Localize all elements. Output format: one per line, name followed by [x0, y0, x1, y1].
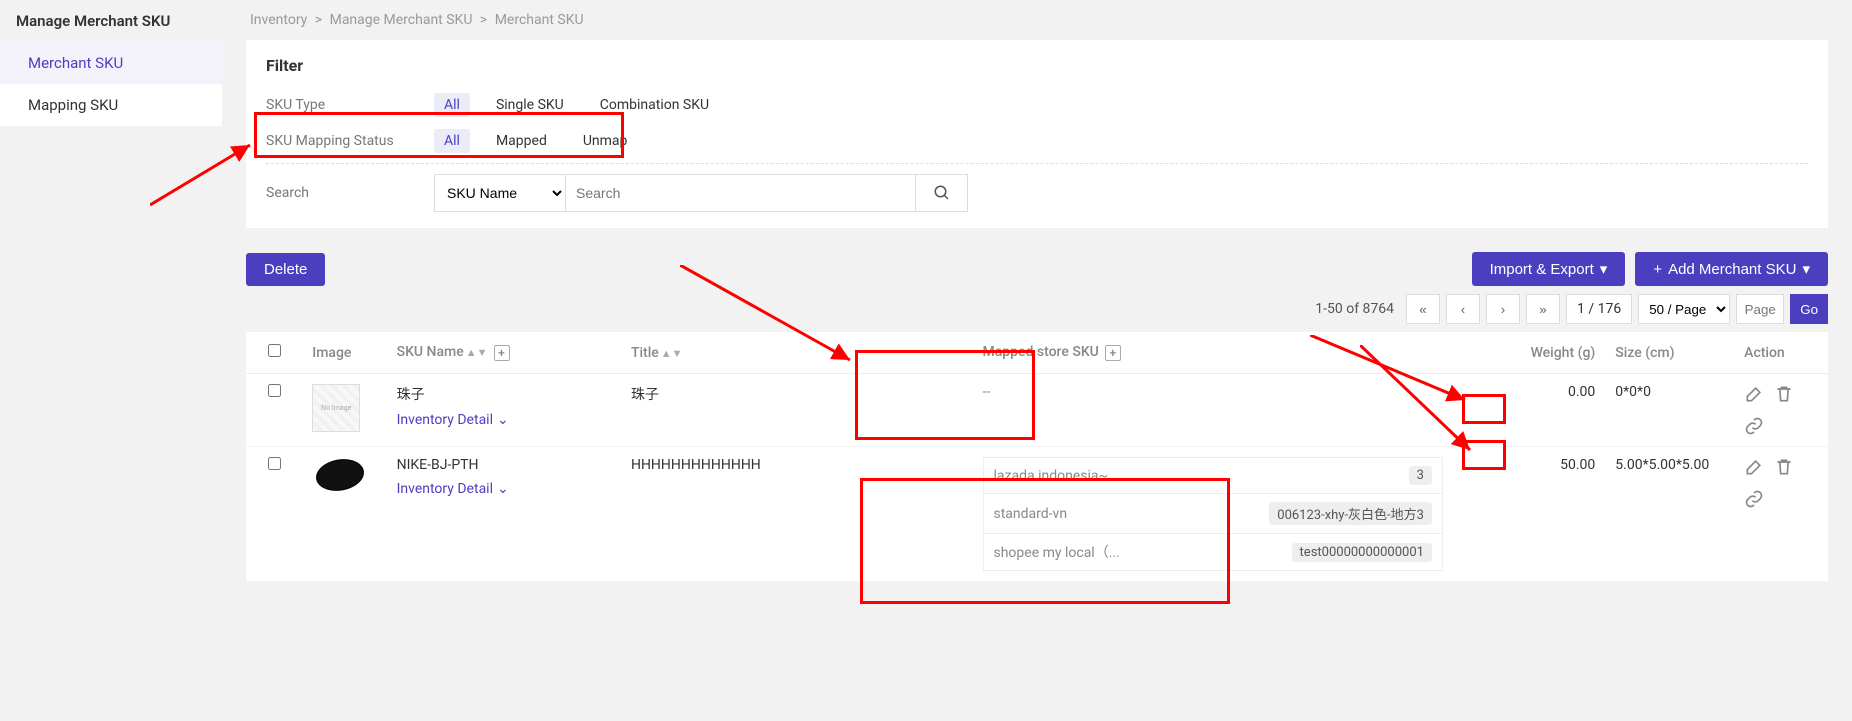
sidebar-item-mapping-sku[interactable]: Mapping SKU: [0, 84, 222, 126]
filter-label: SKU Type: [266, 97, 434, 113]
filter-label: Search: [266, 185, 434, 201]
weight-cell: 50.00: [1453, 447, 1605, 582]
col-action: Action: [1734, 332, 1828, 374]
chevron-down-icon: ⌄: [497, 412, 509, 428]
mapped-cell: --: [973, 374, 1453, 447]
sku-table: Image SKU Name▲▼+ Title▲▼ Mapped store S…: [246, 332, 1828, 582]
filter-row-search: Search SKU Name: [266, 164, 1808, 212]
title-cell: HHHHHHHHHHHHH: [621, 447, 973, 582]
delete-icon[interactable]: [1774, 457, 1794, 477]
size-cell: 0*0*0: [1605, 374, 1734, 447]
search-button[interactable]: [916, 174, 968, 212]
plus-icon: +: [1653, 261, 1662, 278]
last-page-button[interactable]: »: [1526, 294, 1560, 324]
caret-down-icon: ▾: [1600, 260, 1608, 278]
weight-cell: 0.00: [1453, 374, 1605, 447]
pagination-summary: 1-50 of 8764: [1315, 301, 1394, 317]
search-field-select[interactable]: SKU Name: [434, 174, 566, 212]
chip-skutype-combo[interactable]: Combination SKU: [590, 93, 719, 117]
filter-panel: Filter SKU Type All Single SKU Combinati…: [246, 40, 1828, 228]
table-row: NIKE-BJ-PTH Inventory Detail ⌄ HHHHHHHHH…: [246, 447, 1828, 582]
chip-mapping-all[interactable]: All: [434, 129, 470, 153]
size-cell: 5.00*5.00*5.00: [1605, 447, 1734, 582]
caret-down-icon: ▾: [1802, 260, 1810, 278]
link-icon[interactable]: [1744, 416, 1764, 436]
table-row: No Image 珠子 Inventory Detail ⌄ 珠子 -- 0.0…: [246, 374, 1828, 447]
edit-icon[interactable]: [1744, 457, 1764, 477]
sidebar-item-merchant-sku[interactable]: Merchant SKU: [0, 42, 222, 84]
toolbar: Delete Import & Export ▾ + Add Merchant …: [246, 252, 1828, 286]
page-input[interactable]: [1736, 294, 1784, 324]
delete-icon[interactable]: [1774, 384, 1794, 404]
go-button[interactable]: Go: [1790, 294, 1828, 324]
store-name: shopee my local（...: [994, 542, 1120, 562]
store-name: standard-vn: [994, 506, 1068, 522]
row-checkbox[interactable]: [268, 384, 281, 397]
chevron-down-icon: ⌄: [497, 481, 509, 497]
add-column-icon[interactable]: +: [1105, 345, 1121, 361]
col-title[interactable]: Title▲▼: [621, 332, 973, 374]
filter-title: Filter: [266, 56, 1808, 75]
import-export-button[interactable]: Import & Export ▾: [1472, 252, 1626, 286]
breadcrumb: Inventory > Manage Merchant SKU > Mercha…: [246, 0, 1852, 40]
col-image: Image: [302, 332, 386, 374]
col-sku-name[interactable]: SKU Name▲▼+: [387, 332, 621, 374]
mapped-badge: 3: [1409, 466, 1432, 485]
product-image: [310, 452, 371, 497]
breadcrumb-item[interactable]: Inventory: [246, 12, 311, 28]
filter-label: SKU Mapping Status: [266, 133, 434, 149]
mapped-badge: 006123-xhy-灰白色-地方3: [1269, 502, 1432, 525]
inventory-detail-link[interactable]: Inventory Detail ⌄: [397, 412, 509, 428]
chip-mapping-mapped[interactable]: Mapped: [486, 129, 557, 153]
pagination: 1-50 of 8764 « ‹ › » 1 / 176 50 / Page G…: [246, 294, 1828, 324]
store-name: lazada indonesia~: [994, 468, 1109, 484]
edit-icon[interactable]: [1744, 384, 1764, 404]
mapped-row: shopee my local（... test00000000000001: [984, 534, 1442, 570]
col-size: Size (cm): [1605, 332, 1734, 374]
chip-mapping-unmap[interactable]: Unmap: [573, 129, 638, 153]
add-merchant-sku-button[interactable]: + Add Merchant SKU ▾: [1635, 252, 1828, 286]
sidebar-title: Manage Merchant SKU: [0, 0, 222, 42]
col-weight: Weight (g): [1453, 332, 1605, 374]
sort-icon: ▲▼: [466, 346, 488, 359]
add-column-icon[interactable]: +: [494, 345, 510, 361]
no-image-placeholder: No Image: [312, 384, 360, 432]
chip-skutype-all[interactable]: All: [434, 93, 470, 117]
search-input[interactable]: [566, 174, 916, 212]
mapped-row: standard-vn 006123-xhy-灰白色-地方3: [984, 494, 1442, 534]
title-cell: 珠子: [621, 374, 973, 447]
sidebar: Manage Merchant SKU Merchant SKU Mapping…: [0, 0, 222, 126]
filter-row-skutype: SKU Type All Single SKU Combination SKU: [266, 87, 1808, 123]
chip-skutype-single[interactable]: Single SKU: [486, 93, 574, 117]
filter-row-mapping: SKU Mapping Status All Mapped Unmap: [266, 123, 1808, 164]
prev-page-button[interactable]: ‹: [1446, 294, 1480, 324]
delete-button[interactable]: Delete: [246, 253, 325, 286]
first-page-button[interactable]: «: [1406, 294, 1440, 324]
breadcrumb-item[interactable]: Manage Merchant SKU: [326, 12, 477, 28]
sort-icon: ▲▼: [661, 347, 683, 360]
search-icon: [933, 184, 951, 202]
mapped-row: lazada indonesia~ 3: [984, 458, 1442, 494]
link-icon[interactable]: [1744, 489, 1764, 509]
col-mapped: Mapped store SKU+: [973, 332, 1453, 374]
per-page-select[interactable]: 50 / Page: [1638, 294, 1730, 324]
sku-name: 珠子: [397, 384, 611, 404]
mapped-badge: test00000000000001: [1292, 543, 1432, 562]
page-indicator: 1 / 176: [1566, 294, 1632, 324]
mapped-list: lazada indonesia~ 3 standard-vn 006123-x…: [983, 457, 1443, 571]
next-page-button[interactable]: ›: [1486, 294, 1520, 324]
inventory-detail-link[interactable]: Inventory Detail ⌄: [397, 481, 509, 497]
select-all-checkbox[interactable]: [268, 344, 281, 357]
row-checkbox[interactable]: [268, 457, 281, 470]
breadcrumb-item: Merchant SKU: [491, 12, 588, 28]
sku-name: NIKE-BJ-PTH: [397, 457, 611, 473]
